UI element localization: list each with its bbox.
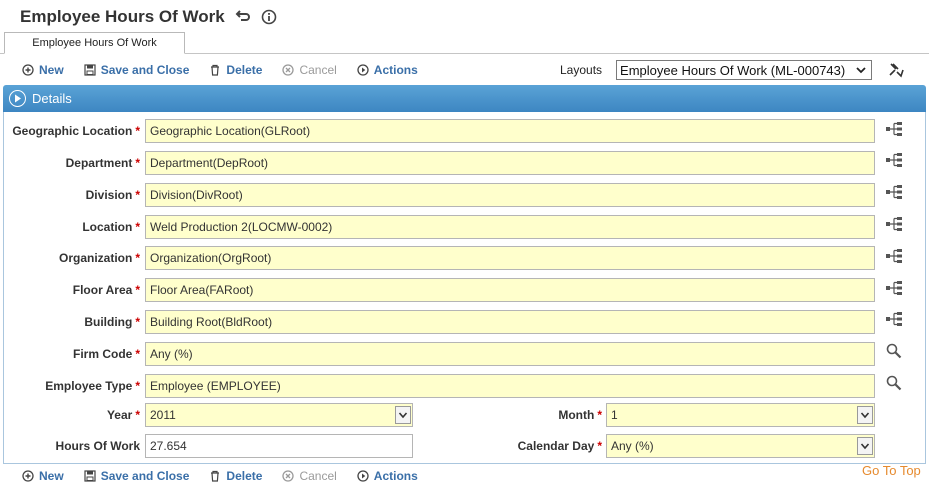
cancel-button[interactable]: Cancel [282,469,337,483]
pin-layout-icon[interactable] [887,61,905,82]
year-label: Year * [106,408,140,422]
floppy-disk-icon [84,470,96,482]
employee-type-field[interactable]: Employee (EMPLOYEE) [145,374,875,398]
chevron-down-icon [395,406,411,424]
hierarchy-tree-icon[interactable] [885,280,903,296]
organization-label: Organization * [58,251,140,265]
plus-circle-icon [22,64,34,76]
delete-button[interactable]: Delete [209,469,262,483]
cancel-button[interactable]: Cancel [282,63,337,77]
magnifier-icon[interactable] [885,375,903,391]
delete-label: Delete [226,63,263,77]
firm-code-field[interactable]: Any (%) [145,342,875,366]
expand-arrow-icon [9,90,26,107]
floor-area-field[interactable]: Floor Area(FARoot) [145,278,875,302]
department-field[interactable]: Department(DepRoot) [145,151,875,175]
new-button[interactable]: New [22,63,64,77]
month-select[interactable]: 1 [606,403,875,427]
year-value: 2011 [150,408,176,422]
hierarchy-tree-icon[interactable] [885,248,903,264]
year-select[interactable]: 2011 [145,403,413,427]
location-label: Location * [82,220,140,234]
new-button[interactable]: New [22,469,64,483]
geographic-location-field[interactable]: Geographic Location(GLRoot) [145,119,875,143]
layouts-selected-value: Employee Hours Of Work (ML-000743) [620,62,846,78]
actions-label: Actions [373,469,418,483]
division-field[interactable]: Division(DivRoot) [145,183,875,207]
division-label: Division * [85,188,140,202]
actions-button[interactable]: Actions [357,63,418,77]
month-value: 1 [611,408,618,422]
cancel-icon [282,64,295,76]
layouts-select[interactable]: Employee Hours Of Work (ML-000743) [616,60,873,80]
month-label: Month * [558,408,602,422]
floppy-disk-icon [84,64,96,76]
play-circle-icon [357,470,369,482]
hierarchy-tree-icon[interactable] [885,216,903,232]
info-icon[interactable] [261,9,277,25]
actions-label: Actions [373,63,418,77]
chevron-down-icon [854,63,868,80]
go-to-top-link[interactable]: Go To Top [862,463,921,478]
trash-icon [209,470,221,482]
layouts-label: Layouts [560,63,603,77]
hours-of-work-input[interactable]: 27.654 [145,434,413,458]
save-and-close-label: Save and Close [100,469,190,483]
hierarchy-tree-icon[interactable] [885,184,903,200]
cancel-label: Cancel [299,469,337,483]
save-and-close-button[interactable]: Save and Close [84,63,190,77]
calendar-day-value: Any (%) [611,439,654,453]
building-label: Building * [84,315,140,329]
tab-employee-hours-of-work[interactable]: Employee Hours Of Work [4,32,185,54]
department-label: Department * [65,156,140,170]
building-field[interactable]: Building Root(BldRoot) [145,310,875,334]
new-button-label: New [39,469,64,483]
save-and-close-label: Save and Close [100,63,190,77]
geographic-location-label: Geographic Location * [12,124,140,138]
hierarchy-tree-icon[interactable] [885,121,903,137]
bottom-toolbar: New Save and Close Delete Cancel Actions [22,467,438,485]
new-button-label: New [39,63,64,77]
title-row: Employee Hours Of Work [20,6,277,28]
layouts-control: Layouts Employee Hours Of Work (ML-00074… [560,60,873,80]
details-panel-header[interactable]: Details [3,85,926,112]
calendar-day-select[interactable]: Any (%) [606,434,875,458]
firm-code-label: Firm Code * [72,347,140,361]
location-field[interactable]: Weld Production 2(LOCMW-0002) [145,215,875,239]
plus-circle-icon [22,470,34,482]
hierarchy-tree-icon[interactable] [885,152,903,168]
calendar-day-label: Calendar Day * [517,439,602,453]
undo-icon[interactable] [235,10,251,24]
employee-type-label: Employee Type * [45,379,140,393]
details-panel-title: Details [32,91,72,106]
top-toolbar: New Save and Close Delete Cancel Actions [22,61,438,79]
chevron-down-icon [857,406,873,424]
delete-label: Delete [226,469,263,483]
save-and-close-button[interactable]: Save and Close [84,469,190,483]
page-title: Employee Hours Of Work [20,7,225,26]
organization-field[interactable]: Organization(OrgRoot) [145,246,875,270]
hours-of-work-label: Hours Of Work [55,439,140,453]
hierarchy-tree-icon[interactable] [885,311,903,327]
trash-icon [209,64,221,76]
floor-area-label: Floor Area * [72,283,140,297]
play-circle-icon [357,64,369,76]
magnifier-icon[interactable] [885,343,903,359]
cancel-icon [282,470,295,482]
chevron-down-icon [857,437,873,455]
cancel-label: Cancel [299,63,337,77]
delete-button[interactable]: Delete [209,63,262,77]
actions-button[interactable]: Actions [357,469,418,483]
